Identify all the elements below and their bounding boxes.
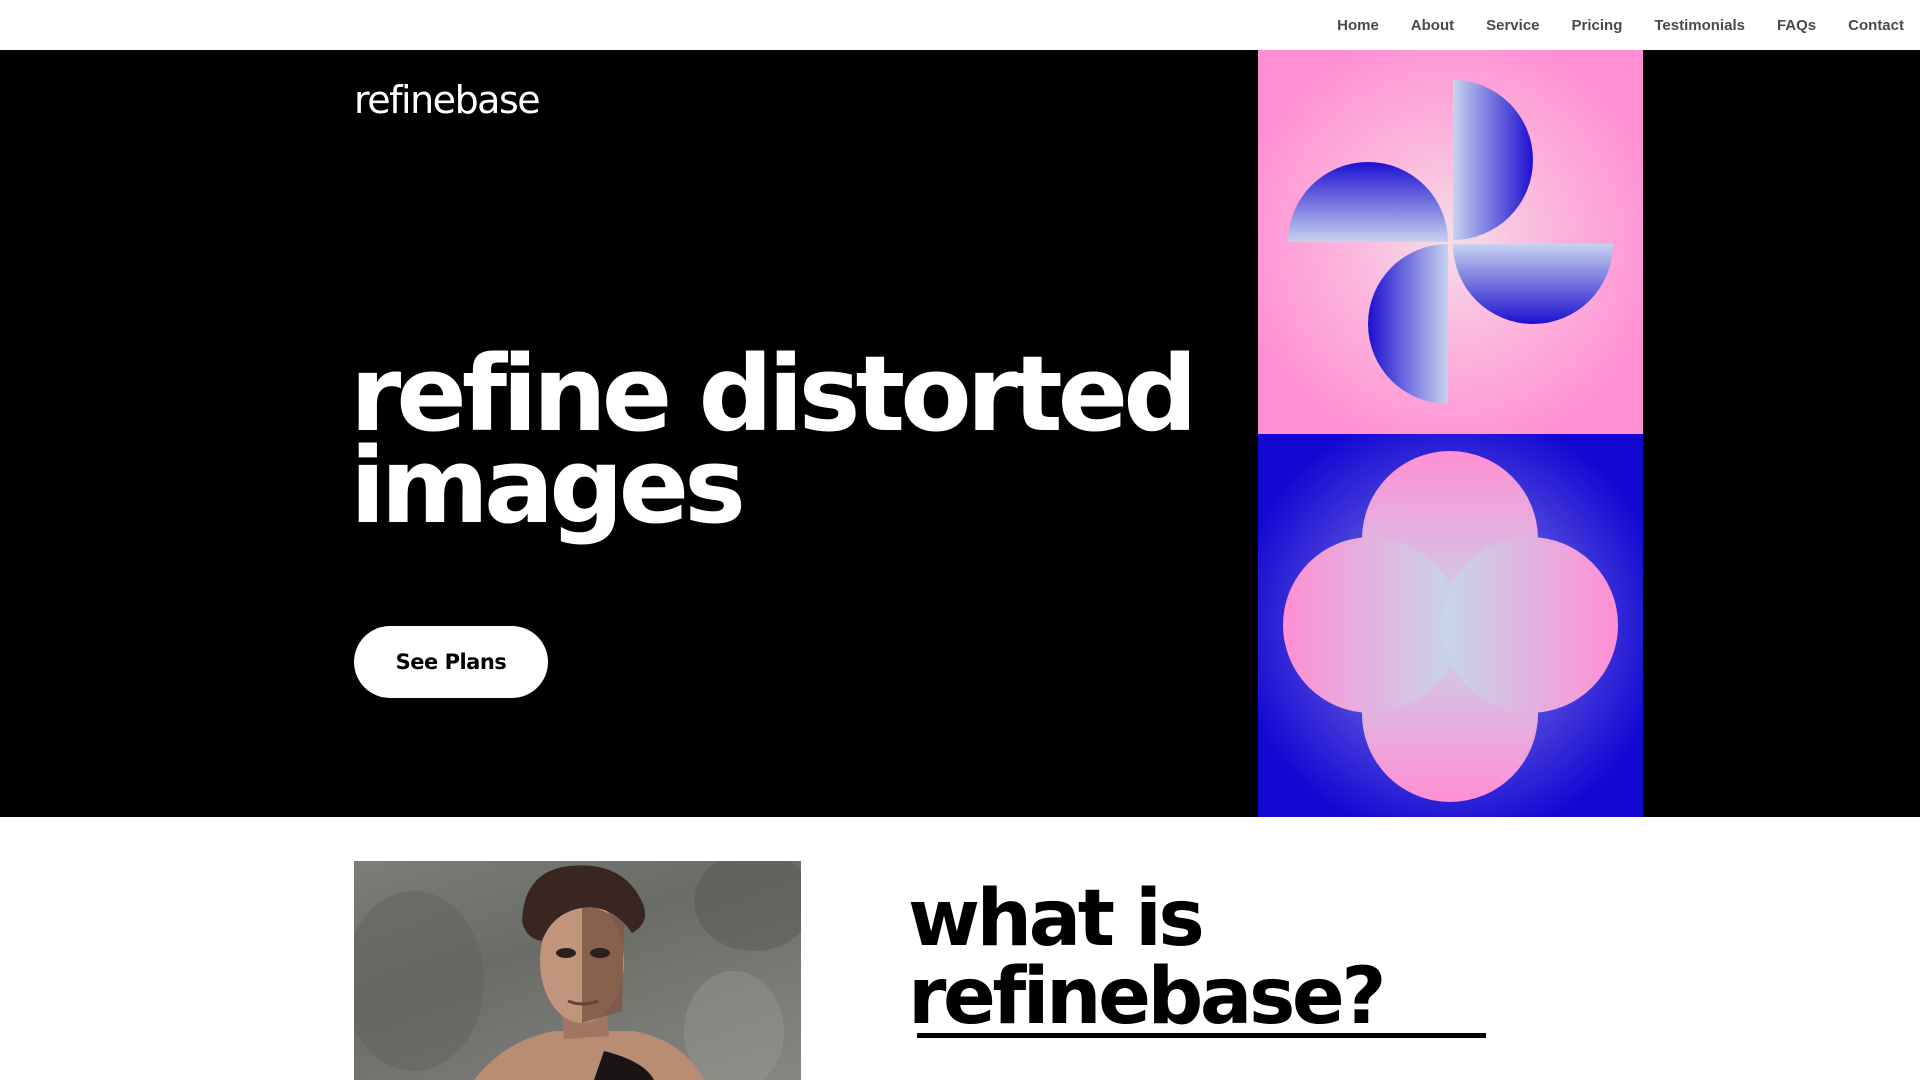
nav-testimonials[interactable]: Testimonials: [1654, 17, 1745, 34]
portrait-illustration: [354, 861, 801, 1080]
about-title-line-1: what is: [908, 874, 1205, 964]
nav-pricing[interactable]: Pricing: [1572, 17, 1623, 34]
four-circle-flower-graphic: [1283, 451, 1618, 802]
pinwheel-graphic: [1288, 80, 1613, 404]
nav-faqs[interactable]: FAQs: [1777, 17, 1816, 34]
title-underline-divider: [917, 1033, 1486, 1038]
distorted-portrait-photo: [354, 861, 801, 1080]
about-title: what is refinebase?: [908, 874, 1387, 1042]
top-nav: Home About Service Pricing Testimonials …: [0, 0, 1920, 50]
about-title-line-2: refinebase?: [908, 952, 1387, 1042]
nav-home[interactable]: Home: [1337, 17, 1379, 34]
see-plans-button[interactable]: See Plans: [354, 626, 548, 698]
site-logo[interactable]: refinebase: [354, 78, 541, 122]
pinwheel-art-panel: [1258, 50, 1643, 434]
nav-about[interactable]: About: [1411, 17, 1454, 34]
hero-section: refinebase refine distorted images See P…: [0, 50, 1920, 817]
nav-service[interactable]: Service: [1486, 17, 1539, 34]
nav-contact[interactable]: Contact: [1848, 17, 1904, 34]
circles-art-panel: [1258, 434, 1643, 817]
hero-headline: refine distorted images: [350, 342, 1198, 538]
